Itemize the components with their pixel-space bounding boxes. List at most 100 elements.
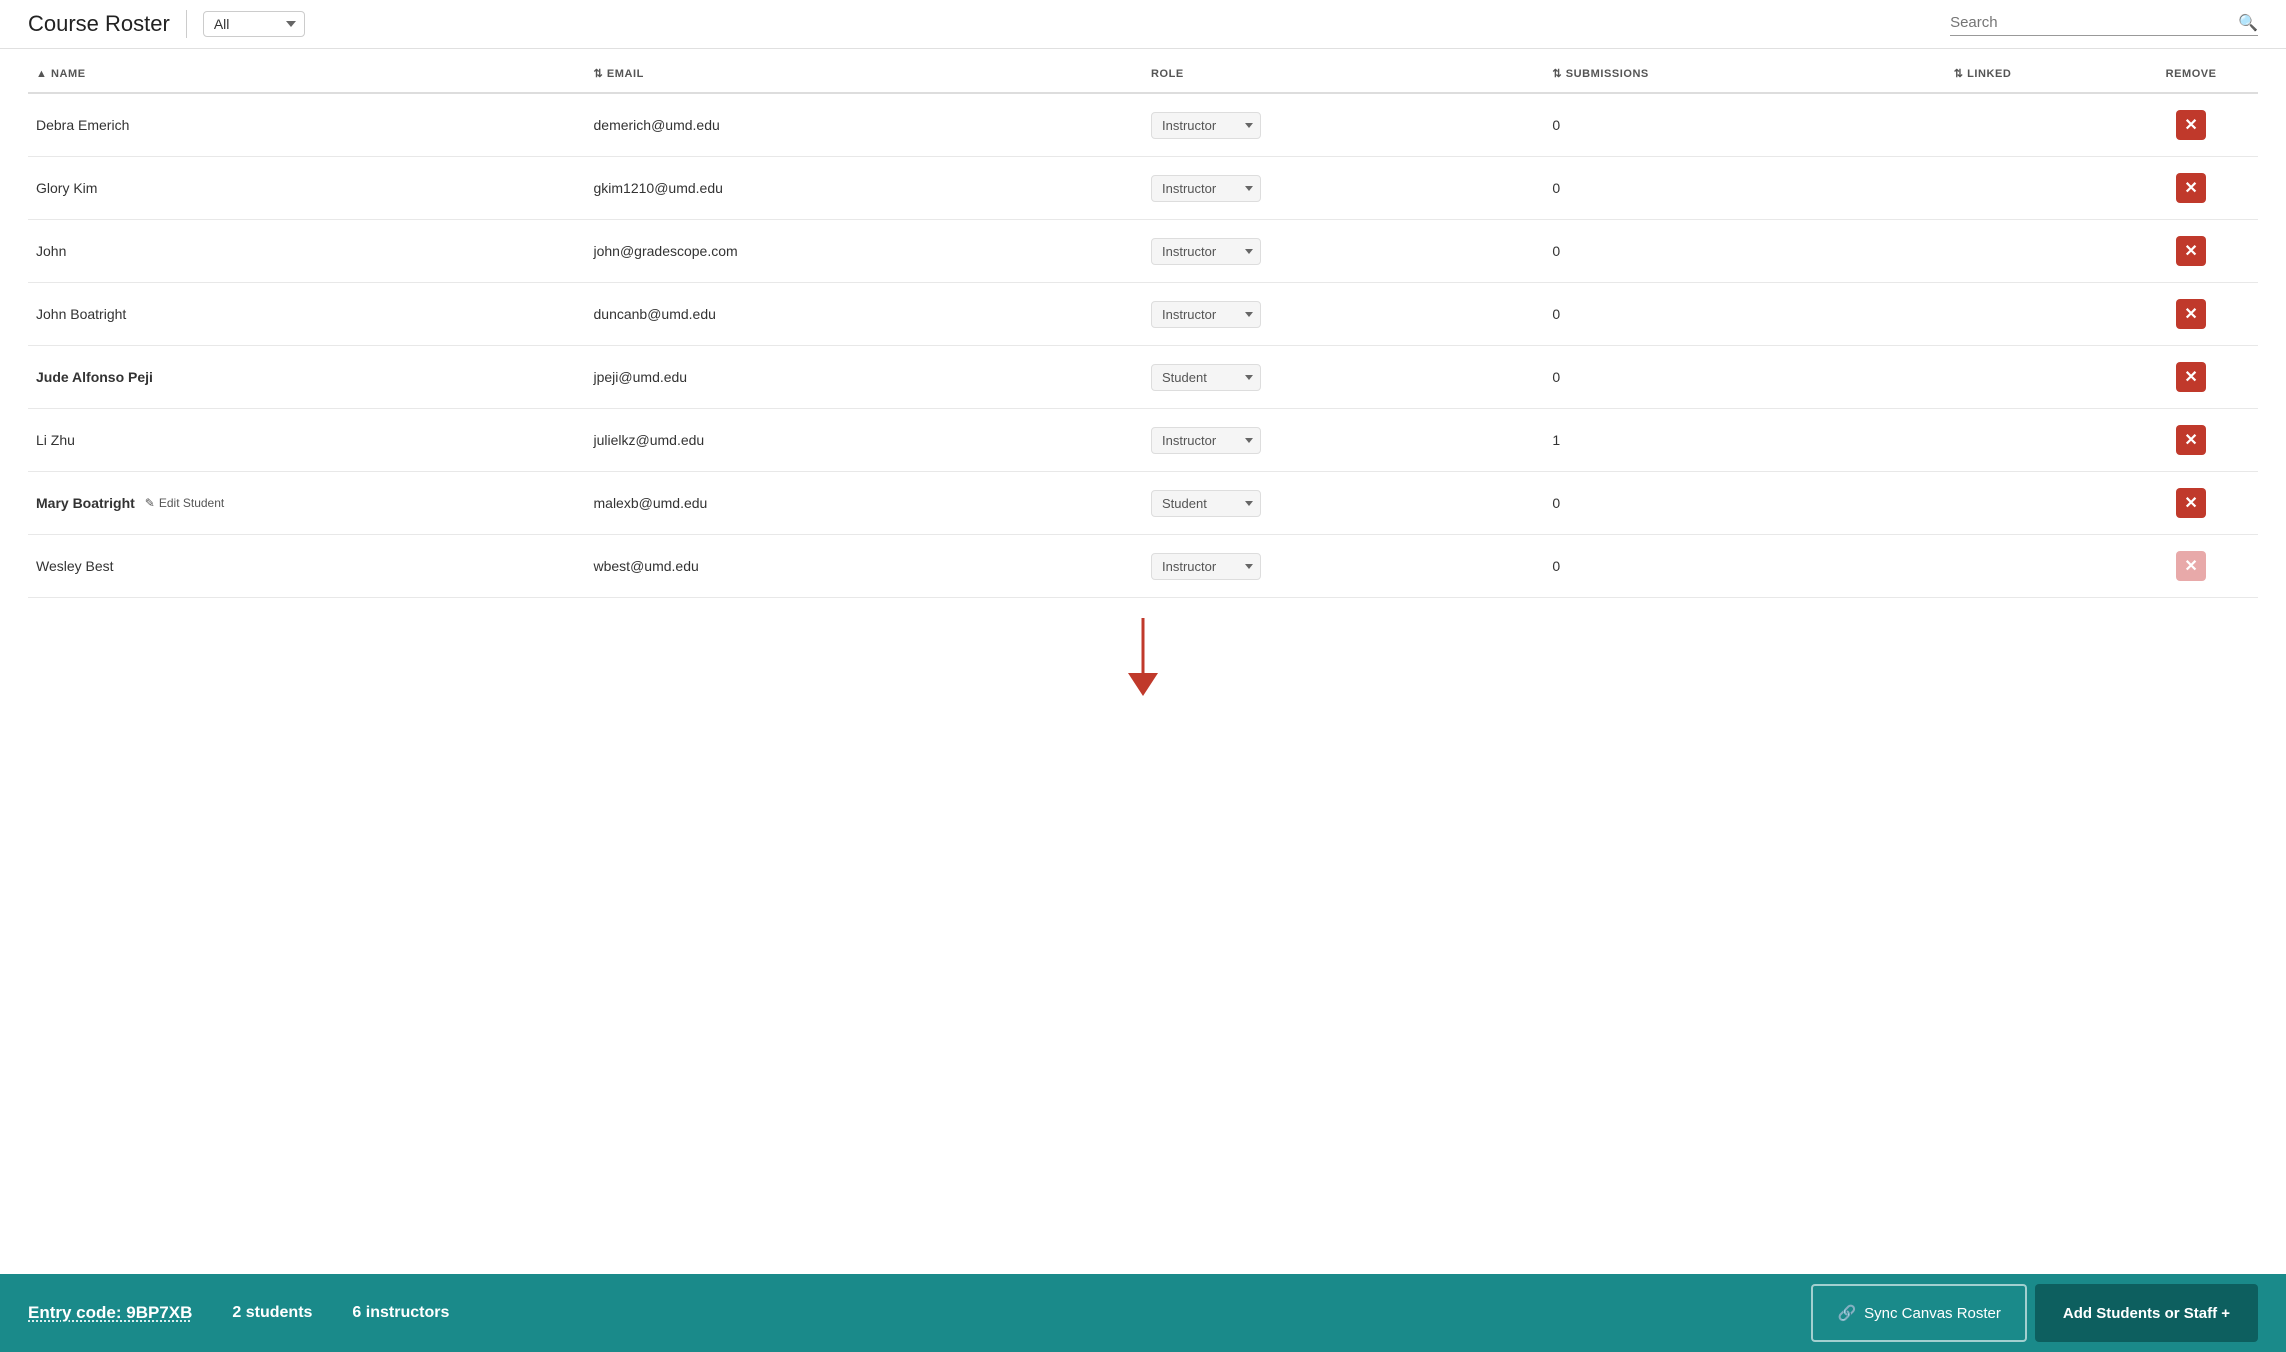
email-cell: malexb@umd.edu [586, 472, 1144, 535]
arrow-wrapper [28, 598, 2258, 698]
role-cell: InstructorStudentGrader [1143, 93, 1544, 157]
email-cell: julielkz@umd.edu [586, 409, 1144, 472]
col-header-submissions[interactable]: ⇅ SUBMISSIONS [1544, 49, 1945, 93]
x-icon: ✕ [2184, 178, 2197, 198]
remove-cell: ✕ [2124, 472, 2258, 535]
role-select[interactable]: InstructorStudentGrader [1151, 364, 1261, 391]
role-cell: InstructorStudentGrader [1143, 346, 1544, 409]
email-cell: wbest@umd.edu [586, 535, 1144, 598]
role-select[interactable]: InstructorStudentGrader [1151, 301, 1261, 328]
pencil-icon: ✎ [145, 496, 155, 510]
table-row: Wesley Best wbest@umd.edu InstructorStuden… [28, 535, 2258, 598]
header-left: Course Roster AllStudentsInstructors [28, 10, 305, 38]
role-select[interactable]: InstructorStudentGrader [1151, 238, 1261, 265]
search-container: 🔍 [1950, 13, 2258, 36]
filter-select[interactable]: AllStudentsInstructors [203, 11, 305, 37]
submissions-cell: 0 [1544, 535, 1945, 598]
remove-button[interactable]: ✕ [2176, 362, 2206, 392]
submissions-cell: 0 [1544, 93, 1945, 157]
table-row: Glory Kimgkim1210@umd.edu InstructorStude… [28, 157, 2258, 220]
linked-cell [1946, 283, 2124, 346]
table-row: Li Zhu julielkz@umd.edu InstructorStudentG… [28, 409, 2258, 472]
page-title: Course Roster [28, 11, 170, 37]
roster-table: ▲ NAME ⇅ EMAIL ROLE ⇅ SUBMISSIONS ⇅ LINK… [28, 49, 2258, 598]
footer-entry-code: Entry code: 9BP7XB [28, 1303, 192, 1323]
col-header-remove: REMOVE [2124, 49, 2258, 93]
name-cell: John [28, 220, 586, 283]
table-row: Debra Emerichdemerich@umd.edu InstructorS… [28, 93, 2258, 157]
student-name: Wesley Best [36, 558, 114, 574]
role-select[interactable]: InstructorStudentGrader [1151, 490, 1261, 517]
submissions-cell: 0 [1544, 157, 1945, 220]
role-cell: InstructorStudentGrader [1143, 220, 1544, 283]
search-icon: 🔍 [2238, 13, 2258, 33]
submissions-cell: 0 [1544, 283, 1945, 346]
role-select[interactable]: InstructorStudentGrader [1151, 175, 1261, 202]
name-cell: John Boatright [28, 283, 586, 346]
col-header-role: ROLE [1143, 49, 1544, 93]
student-name: Li Zhu [36, 432, 75, 448]
remove-cell: ✕ [2124, 93, 2258, 157]
role-cell: InstructorStudentGrader [1143, 535, 1544, 598]
role-select[interactable]: InstructorStudentGrader [1151, 553, 1261, 580]
x-icon: ✕ [2184, 493, 2197, 513]
search-input[interactable] [1950, 14, 2230, 31]
x-icon: ✕ [2184, 241, 2197, 261]
edit-student-link[interactable]: ✎ Edit Student [145, 496, 224, 510]
roster-table-container: ▲ NAME ⇅ EMAIL ROLE ⇅ SUBMISSIONS ⇅ LINK… [0, 49, 2286, 1274]
email-cell: demerich@umd.edu [586, 93, 1144, 157]
header-divider [186, 10, 187, 38]
table-row: Mary Boatright ✎ Edit Student malexb@umd.e… [28, 472, 2258, 535]
table-row: Jude Alfonso Pejijpeji@umd.edu Instructor… [28, 346, 2258, 409]
x-icon: ✕ [2184, 115, 2197, 135]
remove-button[interactable]: ✕ [2176, 551, 2206, 581]
x-icon: ✕ [2184, 367, 2197, 387]
x-icon: ✕ [2184, 556, 2197, 576]
remove-button[interactable]: ✕ [2176, 299, 2206, 329]
col-header-linked[interactable]: ⇅ LINKED [1946, 49, 2124, 93]
email-cell: duncanb@umd.edu [586, 283, 1144, 346]
student-name: John Boatright [36, 306, 126, 322]
remove-button[interactable]: ✕ [2176, 173, 2206, 203]
remove-button[interactable]: ✕ [2176, 488, 2206, 518]
role-cell: InstructorStudentGrader [1143, 472, 1544, 535]
remove-button[interactable]: ✕ [2176, 425, 2206, 455]
email-cell: jpeji@umd.edu [586, 346, 1144, 409]
linked-cell [1946, 220, 2124, 283]
add-students-staff-button[interactable]: Add Students or Staff + [2035, 1284, 2258, 1342]
linked-cell [1946, 409, 2124, 472]
name-cell: Wesley Best [28, 535, 586, 598]
x-icon: ✕ [2184, 304, 2197, 324]
student-name: John [36, 243, 66, 259]
submissions-cell: 1 [1544, 409, 1945, 472]
name-cell: Debra Emerich [28, 93, 586, 157]
student-name: Mary Boatright [36, 495, 135, 511]
remove-cell: ✕ [2124, 283, 2258, 346]
linked-cell [1946, 346, 2124, 409]
down-arrow-icon [1123, 618, 1163, 698]
x-icon: ✕ [2184, 430, 2197, 450]
remove-button[interactable]: ✕ [2176, 110, 2206, 140]
name-cell: Jude Alfonso Peji [28, 346, 586, 409]
col-header-email[interactable]: ⇅ EMAIL [586, 49, 1144, 93]
footer-instructors: 6 instructors [352, 1304, 449, 1322]
name-cell: Mary Boatright ✎ Edit Student [28, 472, 586, 535]
footer-bar: Entry code: 9BP7XB 2 students 6 instruct… [0, 1274, 2286, 1352]
role-select[interactable]: InstructorStudentGrader [1151, 427, 1261, 454]
linked-cell [1946, 93, 2124, 157]
sync-canvas-roster-button[interactable]: 🔗 Sync Canvas Roster [1811, 1284, 2026, 1342]
role-cell: InstructorStudentGrader [1143, 283, 1544, 346]
remove-button[interactable]: ✕ [2176, 236, 2206, 266]
submissions-cell: 0 [1544, 220, 1945, 283]
col-header-name[interactable]: ▲ NAME [28, 49, 586, 93]
email-cell: gkim1210@umd.edu [586, 157, 1144, 220]
remove-cell: ✕ [2124, 220, 2258, 283]
name-cell: Glory Kim [28, 157, 586, 220]
remove-cell: ✕ [2124, 535, 2258, 598]
role-select[interactable]: InstructorStudentGrader [1151, 112, 1261, 139]
footer-students: 2 students [232, 1304, 312, 1322]
role-cell: InstructorStudentGrader [1143, 157, 1544, 220]
page-header: Course Roster AllStudentsInstructors 🔍 [0, 0, 2286, 49]
remove-cell: ✕ [2124, 409, 2258, 472]
role-cell: InstructorStudentGrader [1143, 409, 1544, 472]
